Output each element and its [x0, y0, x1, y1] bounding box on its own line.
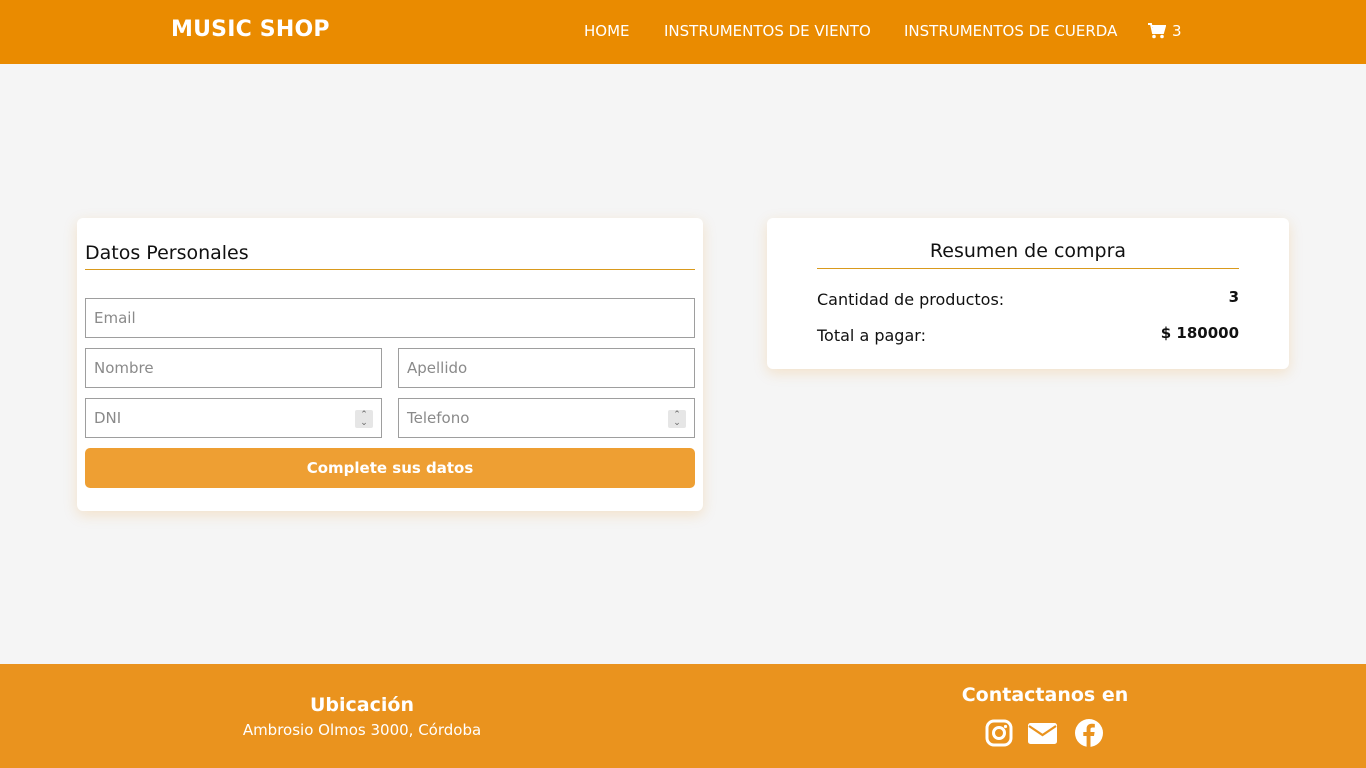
facebook-icon[interactable]	[1074, 718, 1104, 748]
apellido-placeholder: Apellido	[407, 359, 468, 377]
dni-placeholder: DNI	[94, 409, 122, 427]
summary-label: Cantidad de productos:	[817, 290, 1005, 309]
nombre-placeholder: Nombre	[94, 359, 154, 377]
summary-label: Total a pagar:	[817, 326, 926, 345]
summary-row-total: Total a pagar: $ 180000	[817, 324, 1239, 348]
email-placeholder: Email	[94, 309, 136, 327]
form-title: Datos Personales	[85, 242, 695, 270]
email-input[interactable]: Email	[85, 298, 695, 338]
nav-link-home[interactable]: HOME	[584, 22, 630, 40]
telefono-placeholder: Telefono	[407, 409, 470, 427]
cart-button[interactable]: 3	[1148, 22, 1182, 40]
footer: Ubicación Ambrosio Olmos 3000, Córdoba C…	[0, 664, 1366, 768]
contact-title: Contactanos en	[961, 684, 1129, 706]
cart-count: 3	[1172, 22, 1182, 40]
summary-title: Resumen de compra	[817, 240, 1239, 269]
summary-value: 3	[1228, 288, 1239, 306]
navbar: MUSIC SHOP HOME INSTRUMENTOS DE VIENTO I…	[0, 0, 1366, 64]
shopping-cart-icon	[1148, 23, 1166, 39]
purchase-summary-card: Resumen de compra Cantidad de productos:…	[767, 218, 1289, 369]
nav-link-instrumentos-de-cuerda[interactable]: INSTRUMENTOS DE CUERDA	[904, 22, 1117, 40]
submit-button[interactable]: Complete sus datos	[85, 448, 695, 488]
apellido-input[interactable]: Apellido	[398, 348, 695, 388]
dni-input[interactable]: DNI ⌃ ⌄	[85, 398, 382, 438]
dni-stepper[interactable]: ⌃ ⌄	[355, 410, 373, 428]
nav-link-instrumentos-de-viento[interactable]: INSTRUMENTOS DE VIENTO	[664, 22, 871, 40]
email-icon[interactable]	[1027, 718, 1057, 748]
personal-data-card: Datos Personales Email Nombre Apellido D…	[77, 218, 703, 511]
telefono-input[interactable]: Telefono ⌃ ⌄	[398, 398, 695, 438]
telefono-stepper[interactable]: ⌃ ⌄	[668, 410, 686, 428]
summary-row-quantity: Cantidad de productos: 3	[817, 288, 1239, 312]
summary-value: $ 180000	[1160, 324, 1239, 342]
stepper-down-icon: ⌄	[673, 418, 681, 428]
stepper-down-icon: ⌄	[360, 418, 368, 428]
brand-logo[interactable]: MUSIC SHOP	[171, 17, 330, 42]
instagram-icon[interactable]	[984, 718, 1014, 748]
nombre-input[interactable]: Nombre	[85, 348, 382, 388]
location-title: Ubicación	[310, 694, 414, 716]
location-address: Ambrosio Olmos 3000, Córdoba	[242, 721, 482, 739]
